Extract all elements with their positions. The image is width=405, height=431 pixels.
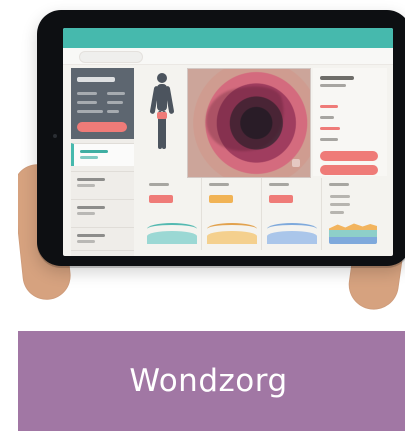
metric-label — [209, 183, 229, 186]
sidebar-item[interactable] — [71, 250, 134, 256]
sidebar-item[interactable] — [71, 199, 134, 222]
metric-label — [329, 183, 349, 186]
status-bar — [63, 28, 393, 35]
metric-card — [203, 178, 262, 250]
stacked-area-chart — [329, 223, 377, 244]
wound-detail-line — [320, 116, 334, 119]
patient-summary-card — [71, 68, 134, 139]
metric-chart — [207, 220, 257, 244]
tab-bar — [63, 48, 393, 65]
sidebar-item[interactable] — [71, 171, 134, 194]
sidebar-item-title — [80, 150, 108, 153]
metric-label — [149, 183, 169, 186]
patient-detail-line — [77, 101, 97, 104]
sidebar-item-title — [77, 206, 105, 209]
tab-active[interactable] — [79, 51, 143, 63]
caption-banner: Wondzorg — [18, 331, 405, 431]
tablet-screen — [63, 28, 393, 256]
product-image: Wondzorg — [0, 0, 405, 431]
legend-row — [330, 211, 344, 214]
sidebar-item-subtitle — [77, 212, 95, 215]
add-button[interactable] — [77, 122, 127, 132]
wound-details-title — [320, 76, 354, 80]
caption-text: Wondzorg — [129, 363, 288, 399]
legend-row — [330, 203, 350, 206]
tablet-photo — [18, 0, 405, 330]
primary-action-button[interactable] — [320, 151, 378, 161]
camera-icon — [53, 134, 57, 138]
metric-card — [143, 178, 202, 250]
metric-value — [269, 195, 293, 203]
wound-detail-line — [320, 84, 346, 87]
patient-detail-line — [107, 92, 125, 95]
secondary-action-button[interactable] — [320, 165, 378, 175]
app-header — [63, 35, 393, 48]
sidebar-item[interactable] — [71, 227, 134, 250]
patient-detail-line — [77, 110, 103, 113]
wound-detail-line — [320, 138, 338, 141]
patient-name-placeholder — [77, 77, 115, 82]
wound-detail-line — [320, 105, 338, 108]
sidebar-item-subtitle — [77, 240, 95, 243]
patient-sidebar — [71, 68, 134, 256]
metric-card — [263, 178, 322, 250]
metric-chart — [267, 220, 317, 244]
wound-details-panel — [313, 68, 387, 176]
patient-detail-line — [107, 110, 119, 113]
wound-image — [187, 68, 311, 178]
metric-label — [269, 183, 289, 186]
metric-value — [149, 195, 173, 203]
sidebar-item-active[interactable] — [71, 143, 134, 166]
patient-detail-line — [107, 101, 123, 104]
tablet-device — [37, 10, 405, 266]
metrics-row — [143, 178, 387, 250]
legend-row — [330, 195, 350, 198]
sidebar-item-title — [77, 234, 105, 237]
metric-chart — [147, 220, 197, 244]
sidebar-item-subtitle — [80, 156, 98, 159]
metric-value — [209, 195, 233, 203]
patient-detail-line — [77, 92, 97, 95]
wound-detail-line — [320, 127, 340, 130]
sidebar-item-subtitle — [77, 184, 95, 187]
sidebar-item-title — [77, 178, 105, 181]
body-map — [143, 68, 181, 178]
tissue-classification-card — [323, 178, 385, 250]
